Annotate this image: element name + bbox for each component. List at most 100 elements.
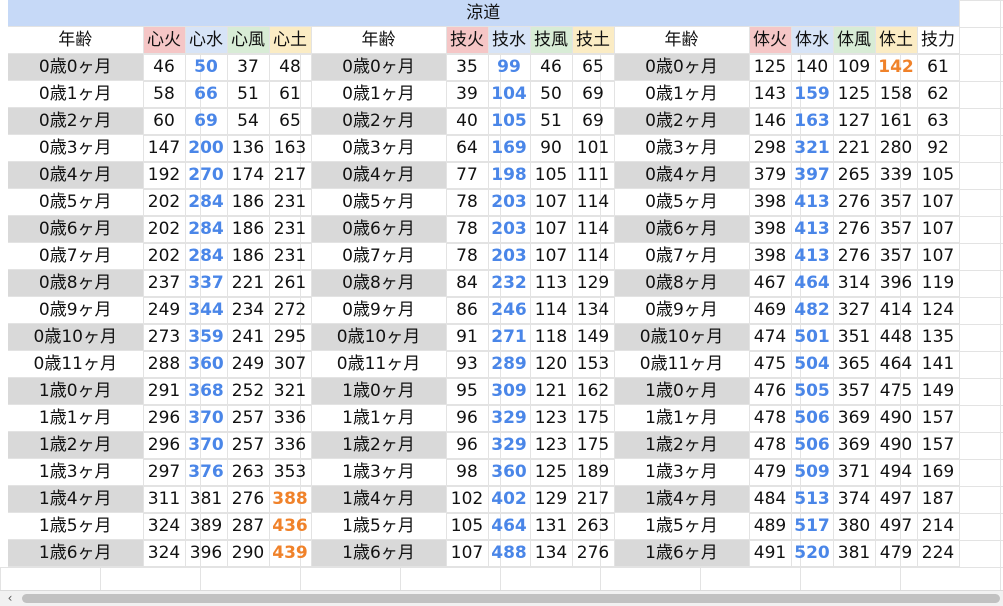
age-cell[interactable]: 0歳1ヶ月 bbox=[311, 80, 447, 108]
value-cell[interactable]: 396 bbox=[185, 539, 228, 567]
value-cell[interactable]: 40 bbox=[446, 107, 489, 135]
age-cell[interactable]: 0歳11ヶ月 bbox=[311, 350, 447, 378]
value-cell[interactable]: 370 bbox=[185, 431, 228, 459]
value-cell[interactable]: 157 bbox=[917, 404, 960, 432]
age-cell[interactable]: 1歳1ヶ月 bbox=[614, 404, 750, 432]
value-cell[interactable]: 91 bbox=[446, 323, 489, 351]
value-cell[interactable]: 298 bbox=[749, 134, 792, 162]
value-cell[interactable]: 198 bbox=[488, 161, 531, 189]
blank-cell[interactable] bbox=[0, 161, 8, 189]
value-cell[interactable]: 497 bbox=[875, 485, 918, 513]
blank-cell[interactable] bbox=[0, 377, 8, 405]
value-cell[interactable]: 146 bbox=[749, 107, 792, 135]
blank-cell[interactable] bbox=[0, 26, 8, 54]
value-cell[interactable]: 161 bbox=[875, 107, 918, 135]
column-header[interactable]: 心水 bbox=[185, 26, 228, 54]
value-cell[interactable]: 149 bbox=[917, 377, 960, 405]
age-cell[interactable]: 1歳6ヶ月 bbox=[311, 539, 447, 567]
value-cell[interactable]: 439 bbox=[269, 539, 312, 567]
age-cell[interactable]: 0歳8ヶ月 bbox=[8, 269, 144, 297]
value-cell[interactable]: 475 bbox=[875, 377, 918, 405]
age-cell[interactable]: 0歳0ヶ月 bbox=[311, 53, 447, 81]
value-cell[interactable]: 86 bbox=[446, 296, 489, 324]
value-cell[interactable]: 105 bbox=[446, 512, 489, 540]
value-cell[interactable]: 520 bbox=[791, 539, 834, 567]
age-cell[interactable]: 0歳9ヶ月 bbox=[614, 296, 750, 324]
value-cell[interactable]: 506 bbox=[791, 431, 834, 459]
value-cell[interactable]: 337 bbox=[185, 269, 228, 297]
value-cell[interactable]: 90 bbox=[530, 134, 573, 162]
value-cell[interactable]: 371 bbox=[833, 458, 876, 486]
value-cell[interactable]: 64 bbox=[446, 134, 489, 162]
value-cell[interactable]: 276 bbox=[572, 539, 615, 567]
value-cell[interactable]: 104 bbox=[488, 80, 531, 108]
value-cell[interactable]: 504 bbox=[791, 350, 834, 378]
value-cell[interactable]: 109 bbox=[833, 53, 876, 81]
value-cell[interactable]: 314 bbox=[833, 269, 876, 297]
blank-cell[interactable] bbox=[0, 296, 8, 324]
value-cell[interactable]: 93 bbox=[446, 350, 489, 378]
value-cell[interactable]: 482 bbox=[791, 296, 834, 324]
value-cell[interactable]: 344 bbox=[185, 296, 228, 324]
age-cell[interactable]: 1歳3ヶ月 bbox=[311, 458, 447, 486]
value-cell[interactable]: 202 bbox=[143, 242, 186, 270]
age-cell[interactable]: 1歳0ヶ月 bbox=[614, 377, 750, 405]
value-cell[interactable]: 186 bbox=[227, 242, 270, 270]
blank-cell[interactable] bbox=[0, 485, 8, 513]
value-cell[interactable]: 280 bbox=[875, 134, 918, 162]
age-cell[interactable]: 0歳3ヶ月 bbox=[311, 134, 447, 162]
value-cell[interactable]: 58 bbox=[143, 80, 186, 108]
value-cell[interactable]: 489 bbox=[749, 512, 792, 540]
age-cell[interactable]: 1歳0ヶ月 bbox=[311, 377, 447, 405]
value-cell[interactable]: 464 bbox=[791, 269, 834, 297]
age-cell[interactable]: 0歳4ヶ月 bbox=[8, 161, 144, 189]
value-cell[interactable]: 231 bbox=[269, 215, 312, 243]
value-cell[interactable]: 336 bbox=[269, 404, 312, 432]
value-cell[interactable]: 61 bbox=[269, 80, 312, 108]
value-cell[interactable]: 147 bbox=[143, 134, 186, 162]
age-cell[interactable]: 0歳2ヶ月 bbox=[614, 107, 750, 135]
value-cell[interactable]: 475 bbox=[749, 350, 792, 378]
value-cell[interactable]: 513 bbox=[791, 485, 834, 513]
column-header[interactable]: 年齢 bbox=[614, 26, 750, 54]
value-cell[interactable]: 309 bbox=[488, 377, 531, 405]
value-cell[interactable]: 129 bbox=[572, 269, 615, 297]
blank-cell[interactable] bbox=[0, 0, 8, 27]
value-cell[interactable]: 114 bbox=[572, 242, 615, 270]
value-cell[interactable]: 65 bbox=[572, 53, 615, 81]
value-cell[interactable]: 113 bbox=[530, 269, 573, 297]
column-header[interactable]: 年齢 bbox=[8, 26, 144, 54]
value-cell[interactable]: 125 bbox=[749, 53, 792, 81]
value-cell[interactable]: 311 bbox=[143, 485, 186, 513]
column-header[interactable]: 体土 bbox=[875, 26, 918, 54]
value-cell[interactable]: 357 bbox=[875, 215, 918, 243]
value-cell[interactable]: 291 bbox=[143, 377, 186, 405]
value-cell[interactable]: 246 bbox=[488, 296, 531, 324]
value-cell[interactable]: 474 bbox=[749, 323, 792, 351]
value-cell[interactable]: 114 bbox=[572, 215, 615, 243]
value-cell[interactable]: 351 bbox=[833, 323, 876, 351]
value-cell[interactable]: 413 bbox=[791, 242, 834, 270]
blank-cell[interactable] bbox=[0, 269, 8, 297]
value-cell[interactable]: 78 bbox=[446, 242, 489, 270]
value-cell[interactable]: 396 bbox=[875, 269, 918, 297]
age-cell[interactable]: 1歳6ヶ月 bbox=[614, 539, 750, 567]
value-cell[interactable]: 321 bbox=[791, 134, 834, 162]
value-cell[interactable]: 169 bbox=[917, 458, 960, 486]
blank-cell[interactable] bbox=[0, 242, 8, 270]
value-cell[interactable]: 175 bbox=[572, 404, 615, 432]
value-cell[interactable]: 234 bbox=[227, 296, 270, 324]
value-cell[interactable]: 174 bbox=[227, 161, 270, 189]
age-cell[interactable]: 1歳2ヶ月 bbox=[8, 431, 144, 459]
value-cell[interactable]: 63 bbox=[917, 107, 960, 135]
age-cell[interactable]: 1歳4ヶ月 bbox=[614, 485, 750, 513]
value-cell[interactable]: 270 bbox=[185, 161, 228, 189]
value-cell[interactable]: 95 bbox=[446, 377, 489, 405]
value-cell[interactable]: 231 bbox=[269, 242, 312, 270]
value-cell[interactable]: 249 bbox=[227, 350, 270, 378]
value-cell[interactable]: 69 bbox=[572, 107, 615, 135]
value-cell[interactable]: 107 bbox=[917, 188, 960, 216]
value-cell[interactable]: 365 bbox=[833, 350, 876, 378]
age-cell[interactable]: 1歳3ヶ月 bbox=[8, 458, 144, 486]
age-cell[interactable]: 0歳0ヶ月 bbox=[614, 53, 750, 81]
